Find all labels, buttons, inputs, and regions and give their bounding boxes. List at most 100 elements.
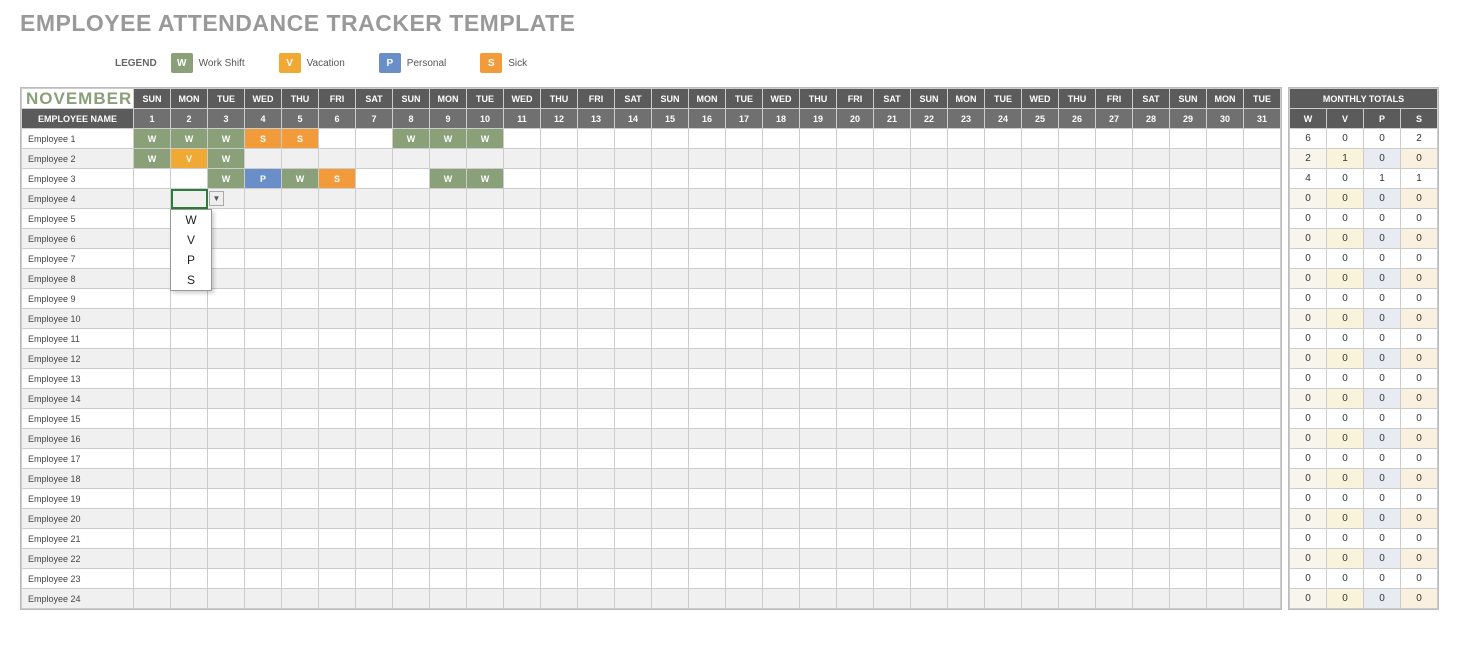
attendance-cell[interactable] [985, 449, 1022, 469]
totals-cell[interactable]: 0 [1327, 589, 1364, 609]
attendance-cell[interactable] [1244, 369, 1281, 389]
attendance-cell[interactable] [1207, 149, 1244, 169]
attendance-cell[interactable] [356, 549, 393, 569]
attendance-cell[interactable] [837, 289, 874, 309]
attendance-cell[interactable] [985, 409, 1022, 429]
totals-cell[interactable]: 0 [1290, 489, 1327, 509]
attendance-cell[interactable] [948, 269, 985, 289]
attendance-cell[interactable] [800, 449, 837, 469]
attendance-cell[interactable] [541, 289, 578, 309]
attendance-cell[interactable] [800, 209, 837, 229]
attendance-cell[interactable] [134, 589, 171, 609]
attendance-cell[interactable] [1022, 189, 1059, 209]
attendance-cell[interactable] [763, 349, 800, 369]
attendance-cell[interactable] [1207, 349, 1244, 369]
attendance-cell[interactable] [615, 349, 652, 369]
attendance-cell[interactable] [282, 429, 319, 449]
attendance-cell[interactable] [763, 489, 800, 509]
attendance-cell[interactable] [208, 589, 245, 609]
attendance-cell[interactable] [1133, 269, 1170, 289]
attendance-cell[interactable] [1096, 309, 1133, 329]
attendance-cell[interactable] [430, 209, 467, 229]
totals-cell[interactable]: 6 [1290, 129, 1327, 149]
attendance-cell[interactable] [1207, 209, 1244, 229]
attendance-cell[interactable] [652, 429, 689, 449]
attendance-cell[interactable]: V [171, 149, 208, 169]
attendance-cell[interactable] [837, 509, 874, 529]
attendance-cell[interactable] [541, 589, 578, 609]
attendance-cell[interactable] [319, 589, 356, 609]
attendance-cell[interactable] [1244, 489, 1281, 509]
attendance-cell[interactable] [393, 469, 430, 489]
attendance-cell[interactable] [837, 589, 874, 609]
attendance-cell[interactable] [319, 129, 356, 149]
attendance-cell[interactable] [837, 329, 874, 349]
attendance-cell[interactable] [1207, 169, 1244, 189]
employee-name-cell[interactable]: Employee 3 [22, 169, 134, 189]
totals-cell[interactable]: 1 [1364, 169, 1401, 189]
attendance-cell[interactable] [134, 209, 171, 229]
attendance-cell[interactable] [874, 249, 911, 269]
attendance-cell[interactable] [430, 549, 467, 569]
attendance-cell[interactable] [726, 489, 763, 509]
attendance-cell[interactable] [504, 509, 541, 529]
attendance-cell[interactable] [1133, 529, 1170, 549]
attendance-cell[interactable] [874, 309, 911, 329]
attendance-cell[interactable] [911, 149, 948, 169]
attendance-cell[interactable] [911, 369, 948, 389]
attendance-cell[interactable] [171, 349, 208, 369]
attendance-cell[interactable] [245, 589, 282, 609]
attendance-cell[interactable] [652, 489, 689, 509]
attendance-cell[interactable] [245, 289, 282, 309]
attendance-cell[interactable] [652, 129, 689, 149]
attendance-cell[interactable] [393, 549, 430, 569]
attendance-cell[interactable] [1244, 189, 1281, 209]
totals-cell[interactable]: 0 [1327, 209, 1364, 229]
attendance-cell[interactable] [504, 349, 541, 369]
attendance-cell[interactable] [1244, 449, 1281, 469]
attendance-cell[interactable] [911, 229, 948, 249]
attendance-cell[interactable] [467, 569, 504, 589]
employee-name-cell[interactable]: Employee 21 [22, 529, 134, 549]
attendance-cell[interactable] [1133, 349, 1170, 369]
attendance-cell[interactable] [1022, 129, 1059, 149]
attendance-cell[interactable] [208, 289, 245, 309]
totals-cell[interactable]: 0 [1364, 409, 1401, 429]
attendance-cell[interactable] [763, 529, 800, 549]
attendance-cell[interactable] [504, 229, 541, 249]
employee-name-cell[interactable]: Employee 13 [22, 369, 134, 389]
attendance-cell[interactable]: W [282, 169, 319, 189]
attendance-cell[interactable] [393, 169, 430, 189]
attendance-cell[interactable] [134, 409, 171, 429]
attendance-cell[interactable] [245, 409, 282, 429]
attendance-cell[interactable] [689, 389, 726, 409]
totals-cell[interactable]: 0 [1327, 369, 1364, 389]
attendance-cell[interactable] [1022, 309, 1059, 329]
attendance-cell[interactable] [652, 509, 689, 529]
attendance-cell[interactable] [689, 349, 726, 369]
attendance-cell[interactable] [911, 349, 948, 369]
attendance-cell[interactable] [541, 449, 578, 469]
totals-cell[interactable]: 0 [1327, 289, 1364, 309]
attendance-cell[interactable] [467, 189, 504, 209]
attendance-cell[interactable] [171, 589, 208, 609]
attendance-cell[interactable] [1244, 549, 1281, 569]
attendance-cell[interactable] [1170, 129, 1207, 149]
attendance-cell[interactable] [208, 269, 245, 289]
attendance-cell[interactable] [245, 249, 282, 269]
employee-name-cell[interactable]: Employee 9 [22, 289, 134, 309]
attendance-cell[interactable] [652, 289, 689, 309]
attendance-cell[interactable] [911, 129, 948, 149]
attendance-cell[interactable] [430, 329, 467, 349]
attendance-cell[interactable] [948, 209, 985, 229]
attendance-cell[interactable] [430, 269, 467, 289]
employee-name-cell[interactable]: Employee 2 [22, 149, 134, 169]
attendance-cell[interactable] [985, 269, 1022, 289]
attendance-cell[interactable] [541, 389, 578, 409]
attendance-cell[interactable] [985, 289, 1022, 309]
attendance-cell[interactable] [1170, 489, 1207, 509]
cell-dropdown[interactable]: WVPS [170, 209, 212, 291]
attendance-cell[interactable] [763, 169, 800, 189]
attendance-cell[interactable] [356, 409, 393, 429]
attendance-cell[interactable] [726, 309, 763, 329]
